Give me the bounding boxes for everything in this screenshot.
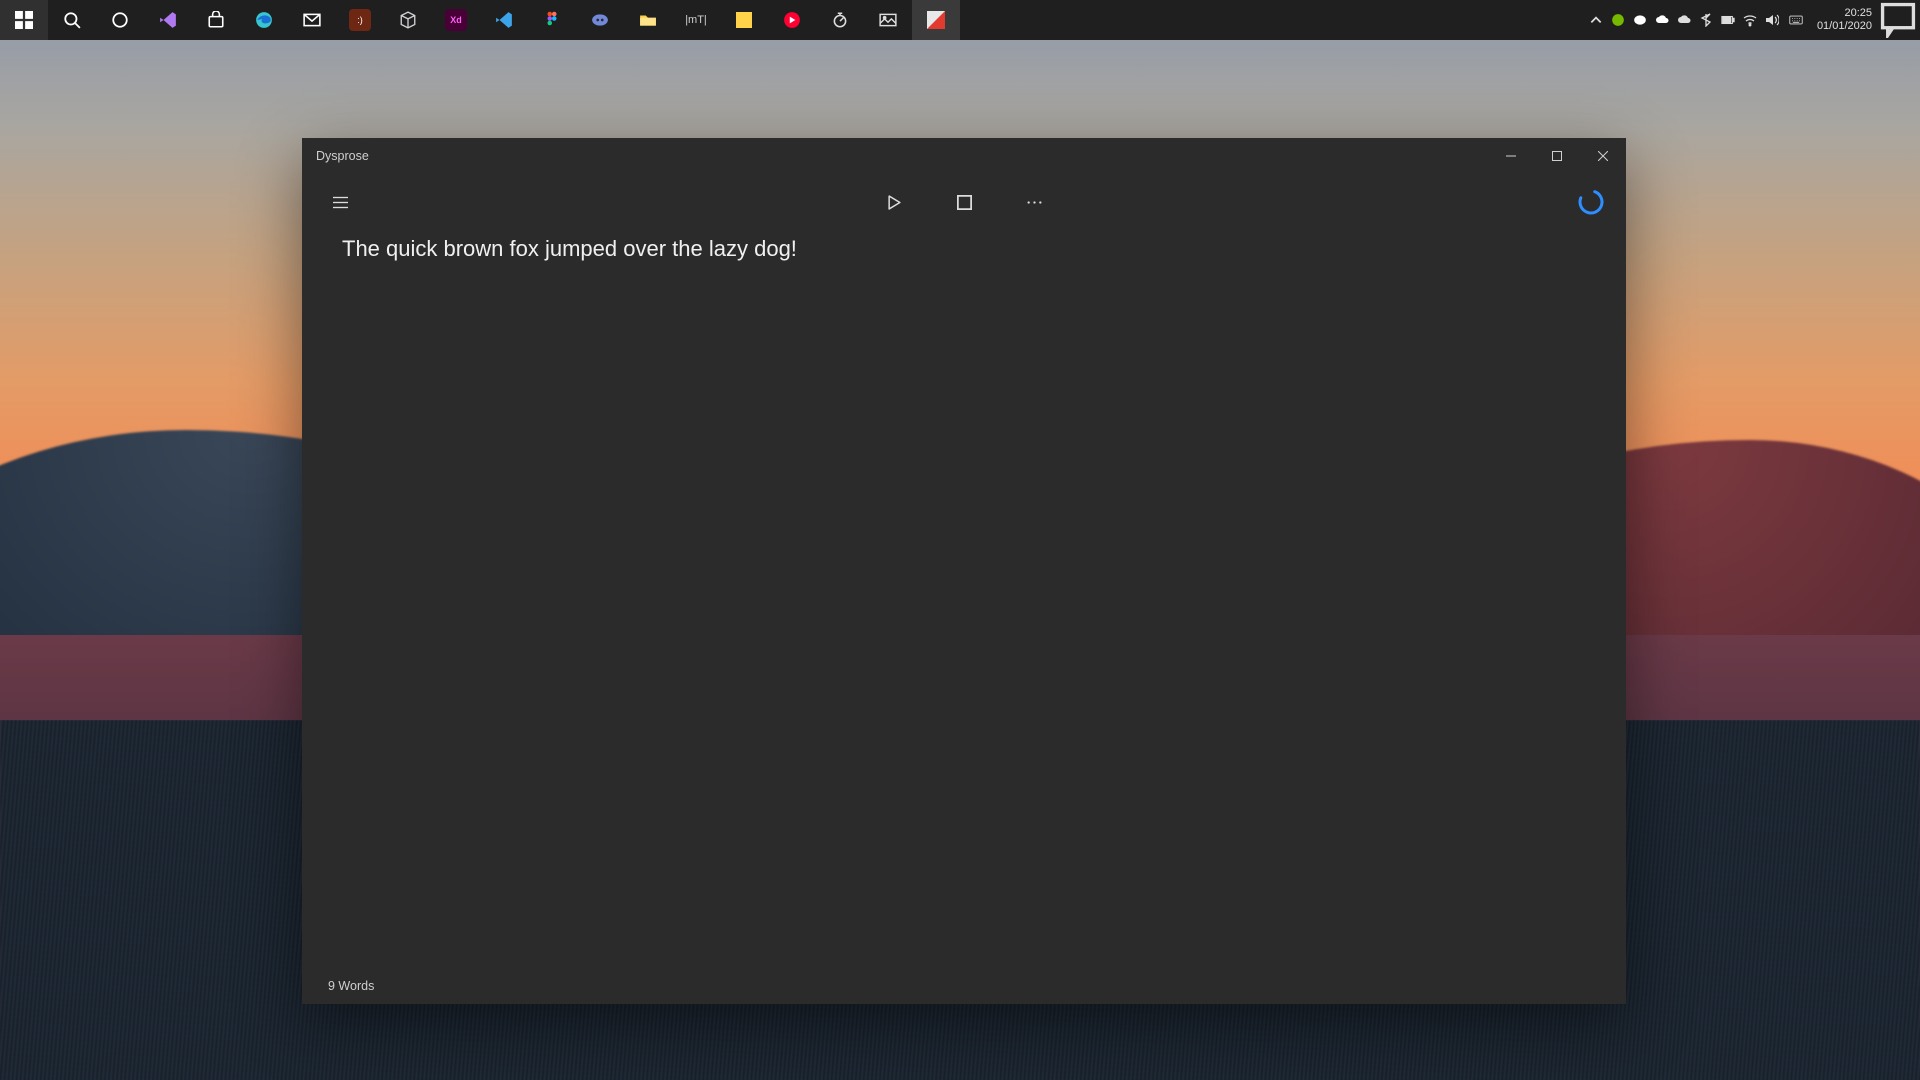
titlebar[interactable]: Dysprose (302, 138, 1626, 174)
taskbar-app-dysprose[interactable] (912, 0, 960, 40)
stopwatch-icon (831, 11, 849, 29)
minimize-icon (1506, 151, 1516, 161)
image-icon (879, 11, 897, 29)
discord-icon (591, 11, 609, 29)
app-window: Dysprose (302, 138, 1626, 1004)
notification-icon (1880, 2, 1916, 38)
maximize-icon (1552, 151, 1562, 161)
tray-wifi[interactable] (1739, 0, 1761, 40)
taskbar-app-sticky[interactable] (720, 0, 768, 40)
folder-icon (639, 11, 657, 29)
discord-tray-icon (1633, 13, 1647, 27)
tray-onedrive[interactable] (1673, 0, 1695, 40)
taskbar-app-xd[interactable]: Xd (432, 0, 480, 40)
tray-keyboard[interactable] (1783, 0, 1809, 40)
sticky-note-icon (736, 12, 752, 28)
statusbar: 9 Words (302, 968, 1626, 1004)
word-count: 9 Words (328, 979, 374, 993)
tray-cloud[interactable] (1651, 0, 1673, 40)
taskbar: :) Xd (0, 0, 1920, 40)
dysprose-app-icon (927, 11, 945, 29)
tray-nvidia[interactable] (1607, 0, 1629, 40)
tray-bluetooth[interactable] (1695, 0, 1717, 40)
figma-icon (543, 11, 561, 29)
taskbar-clock[interactable]: 20:25 01/01/2020 (1809, 7, 1880, 33)
taskbar-app-ytmusic[interactable] (768, 0, 816, 40)
start-button[interactable] (0, 0, 48, 40)
play-button[interactable] (878, 186, 910, 218)
hamburger-icon (333, 195, 348, 210)
stop-button[interactable] (948, 186, 980, 218)
taskbar-app-3d[interactable] (384, 0, 432, 40)
xd-icon: Xd (445, 9, 467, 31)
taskbar-app-mail[interactable] (288, 0, 336, 40)
isaac-icon: :) (349, 9, 371, 31)
store-icon (207, 11, 225, 29)
nvidia-icon (1611, 13, 1625, 27)
circle-icon (111, 11, 129, 29)
onedrive-icon (1677, 13, 1691, 27)
taskbar-app-store[interactable] (192, 0, 240, 40)
cube-icon (399, 11, 417, 29)
loading-spinner (1578, 189, 1604, 215)
taskbar-app-figma[interactable] (528, 0, 576, 40)
cortana-button[interactable] (96, 0, 144, 40)
taskbar-app-stopwatch[interactable] (816, 0, 864, 40)
taskbar-app-edge[interactable] (240, 0, 288, 40)
vscode-icon (495, 11, 513, 29)
action-center-button[interactable] (1880, 2, 1916, 38)
stop-icon (957, 195, 972, 210)
mobaxterm-icon: |mT| (685, 14, 707, 26)
taskbar-app-photos[interactable] (864, 0, 912, 40)
taskbar-app-discord[interactable] (576, 0, 624, 40)
windows-icon (15, 11, 33, 29)
close-button[interactable] (1580, 138, 1626, 174)
editor-area[interactable]: The quick brown fox jumped over the lazy… (302, 230, 1626, 968)
maximize-button[interactable] (1534, 138, 1580, 174)
tray-volume[interactable] (1761, 0, 1783, 40)
hamburger-menu-button[interactable] (324, 186, 356, 218)
battery-icon (1721, 13, 1735, 27)
visual-studio-icon (159, 11, 177, 29)
window-title: Dysprose (316, 149, 369, 163)
clock-date: 01/01/2020 (1817, 20, 1872, 33)
play-icon (887, 195, 902, 210)
taskbar-app-mobaxterm[interactable]: |mT| (672, 0, 720, 40)
search-icon (63, 11, 81, 29)
play-circle-icon (783, 11, 801, 29)
tray-overflow[interactable] (1585, 0, 1607, 40)
mail-icon (303, 11, 321, 29)
tray-battery[interactable] (1717, 0, 1739, 40)
minimize-button[interactable] (1488, 138, 1534, 174)
taskbar-app-visual-studio[interactable] (144, 0, 192, 40)
clock-time: 20:25 (1844, 7, 1872, 20)
system-tray: 20:25 01/01/2020 (1585, 0, 1920, 40)
taskbar-app-vscode[interactable] (480, 0, 528, 40)
more-horizontal-icon (1027, 195, 1042, 210)
cloud-icon (1655, 13, 1669, 27)
search-button[interactable] (48, 0, 96, 40)
close-icon (1598, 151, 1608, 161)
edge-icon (255, 11, 273, 29)
taskbar-app-isaac[interactable]: :) (336, 0, 384, 40)
more-button[interactable] (1018, 186, 1050, 218)
keyboard-icon (1789, 13, 1803, 27)
progress-ring-icon (1578, 189, 1604, 215)
chevron-up-icon (1589, 13, 1603, 27)
taskbar-app-explorer[interactable] (624, 0, 672, 40)
bluetooth-icon (1699, 13, 1713, 27)
tray-discord[interactable] (1629, 0, 1651, 40)
app-toolbar (302, 174, 1626, 230)
wifi-icon (1743, 13, 1757, 27)
volume-icon (1765, 13, 1779, 27)
